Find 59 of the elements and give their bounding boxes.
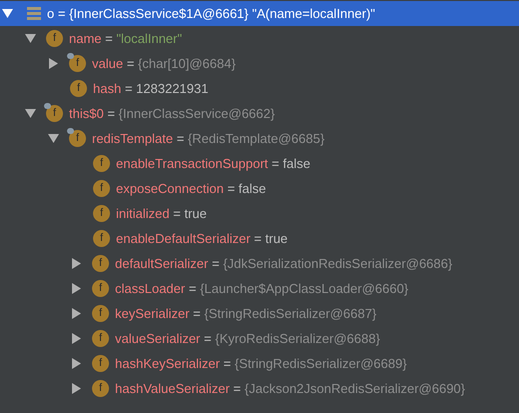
expand-arrow-icon[interactable] (71, 383, 82, 394)
tree-row[interactable]: f redisTemplate = {RedisTemplate@6685} (0, 126, 519, 151)
tree-row[interactable]: f valueSerializer = {KyroRedisSerializer@6688} (0, 326, 519, 351)
variable-entry: o = {InnerClassService$1A@6661} "A(name=localInner)" (47, 4, 376, 23)
field-icon: f (92, 355, 109, 372)
variable-entry: classLoader = {Launcher$AppClassLoader@6660} (115, 280, 408, 298)
tree-row[interactable]: f classLoader = {Launcher$AppClassLoader@6660} (0, 276, 519, 301)
expand-arrow-icon[interactable] (71, 258, 82, 269)
field-icon: f (69, 130, 86, 147)
field-icon: f (92, 280, 109, 297)
field-icon: f (70, 80, 87, 97)
field-icon: f (93, 155, 110, 172)
field-icon: f (46, 30, 63, 47)
list-icon (27, 7, 41, 20)
collapse-arrow-icon[interactable] (25, 33, 36, 44)
variable-entry: exposeConnection = false (116, 180, 266, 198)
field-icon: f (92, 330, 109, 347)
variable-entry: enableDefaultSerializer = true (116, 230, 288, 248)
tree-row[interactable]: f hash = 1283221931 (0, 76, 519, 101)
field-icon: f (93, 180, 110, 197)
variable-entry: name = "localInner" (69, 30, 182, 48)
field-icon: f (92, 305, 109, 322)
field-icon: f (92, 380, 109, 397)
tree-row[interactable]: f enableDefaultSerializer = true (0, 226, 519, 251)
variable-entry: redisTemplate = {RedisTemplate@6685} (92, 130, 325, 148)
field-icon: f (93, 205, 110, 222)
collapse-arrow-icon[interactable] (25, 108, 36, 119)
tree-row[interactable]: f value = {char[10]@6684} (0, 51, 519, 76)
variable-entry: value = {char[10]@6684} (92, 54, 236, 73)
expand-arrow-icon[interactable] (71, 358, 82, 369)
variable-entry: valueSerializer = {KyroRedisSerializer@6688} (115, 330, 380, 348)
tree-row[interactable]: f keySerializer = {StringRedisSerializer@6687} (0, 301, 519, 326)
tree-row[interactable]: f enableTransactionSupport = false (0, 151, 519, 176)
tree-row[interactable]: f hashValueSerializer = {Jackson2JsonRedisSerializer@6690} (0, 376, 519, 401)
expand-arrow-icon[interactable] (48, 58, 59, 69)
tree-row[interactable]: f name = "localInner" (0, 26, 519, 51)
expand-arrow-icon[interactable] (71, 283, 82, 294)
tree-row[interactable]: f defaultSerializer = {JdkSerializationRedisSerializer@6686} (0, 251, 519, 276)
tree-row[interactable]: f this$0 = {InnerClassService@6662} (0, 101, 519, 126)
variable-entry: enableTransactionSupport = false (116, 154, 310, 173)
field-icon: f (69, 55, 86, 72)
variable-entry: hashValueSerializer = {Jackson2JsonRedisSerializer@6690} (115, 380, 466, 398)
variable-entry: hash = 1283221931 (93, 80, 208, 98)
field-icon: f (93, 230, 110, 247)
tree-row[interactable]: f initialized = true (0, 201, 519, 226)
variable-entry: initialized = true (116, 204, 207, 223)
field-icon: f (92, 255, 109, 272)
expand-arrow-icon[interactable] (71, 333, 82, 344)
tree-row[interactable]: o = {InnerClassService$1A@6661} "A(name=localInner)" (0, 1, 519, 26)
collapse-arrow-icon[interactable] (48, 133, 59, 144)
variable-entry: keySerializer = {StringRedisSerializer@6687} (115, 304, 376, 323)
tree-row[interactable]: f exposeConnection = false (0, 176, 519, 201)
variable-entry: defaultSerializer = {JdkSerializationRedisSerializer@6686} (115, 254, 452, 273)
collapse-arrow-icon[interactable] (2, 8, 13, 19)
variable-entry: hashKeySerializer = {StringRedisSerializer@6689} (115, 354, 407, 373)
tree-row[interactable]: f hashKeySerializer = {StringRedisSerializer@6689} (0, 351, 519, 376)
expand-arrow-icon[interactable] (71, 308, 82, 319)
variable-entry: this$0 = {InnerClassService@6662} (69, 104, 275, 123)
field-icon: f (46, 105, 63, 122)
